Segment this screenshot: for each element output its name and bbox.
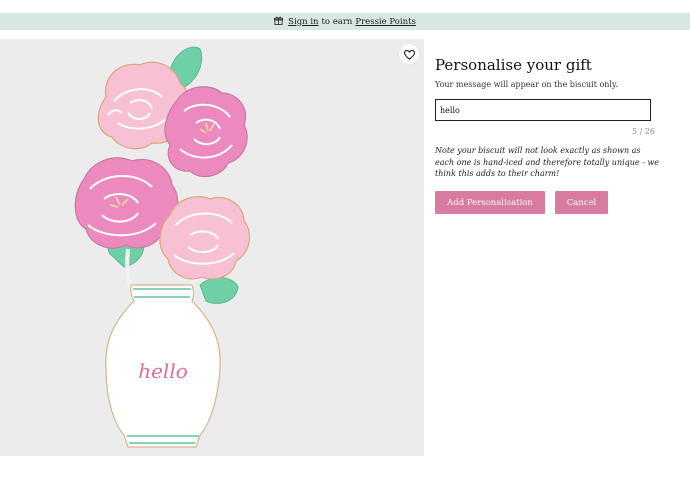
flower-pink-right	[164, 86, 248, 178]
page-title: Personalise your gift	[435, 56, 592, 74]
flower-light-pink-bottom	[159, 196, 251, 280]
sign-in-link[interactable]: Sign in	[288, 17, 318, 27]
character-counter: 5 / 26	[631, 127, 655, 136]
announcement-text: to earn	[321, 16, 353, 27]
message-input[interactable]	[435, 99, 651, 121]
hand-iced-note: Note your biscuit will not look exactly …	[435, 146, 660, 179]
favorite-button[interactable]	[399, 44, 419, 64]
add-personalisation-button[interactable]: Add Personalisation	[435, 191, 545, 214]
biscuit-message-text: hello	[138, 359, 188, 383]
vase-biscuit-illustration: hello	[105, 284, 221, 448]
gift-icon	[274, 16, 284, 28]
personalise-panel: Personalise your gift Your message will …	[435, 56, 655, 89]
cancel-button[interactable]: Cancel	[555, 191, 608, 214]
heart-outline-icon	[403, 45, 415, 64]
product-image: hello	[0, 39, 424, 456]
announcement-bar: Sign in to earn Pressie Points	[0, 13, 690, 30]
pressie-points-link[interactable]: Pressie Points	[355, 17, 415, 27]
personalise-subtitle: Your message will appear on the biscuit …	[435, 80, 618, 89]
